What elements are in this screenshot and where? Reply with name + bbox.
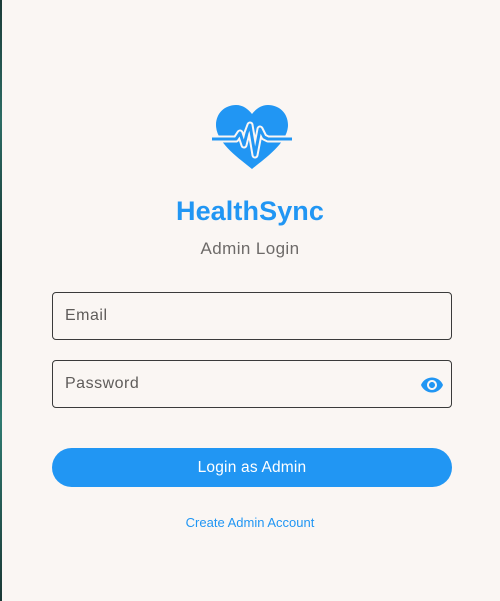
page-subtitle: Admin Login [200,239,300,258]
password-field[interactable]: Password [52,360,452,408]
email-placeholder: Email [65,307,108,324]
heartbeat-icon [212,103,292,173]
password-placeholder: Password [65,375,140,392]
login-as-admin-button[interactable]: Login as Admin [52,448,452,487]
app-title: HealthSync [175,196,325,226]
eye-icon[interactable] [420,373,444,397]
window-edge [0,0,2,601]
email-field[interactable]: Email [52,292,452,340]
create-admin-account-link[interactable]: Create Admin Account [0,514,500,532]
